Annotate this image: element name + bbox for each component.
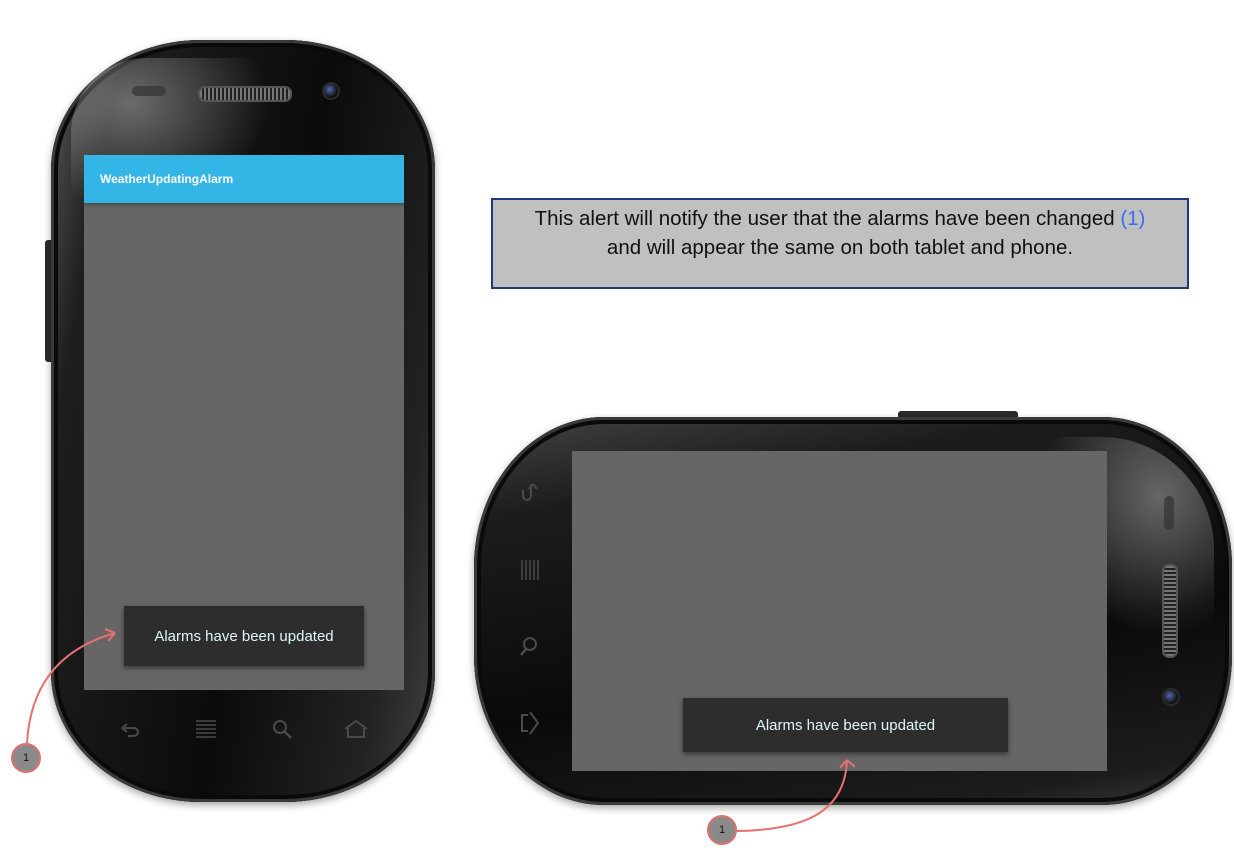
back-icon[interactable] — [516, 480, 544, 508]
landscape-screen: Alarms have been updated — [572, 451, 1107, 771]
front-camera — [1162, 688, 1180, 706]
search-icon[interactable] — [516, 635, 544, 663]
toast-notification: Alarms have been updated — [124, 606, 364, 666]
toast-text: Alarms have been updated — [755, 716, 936, 734]
portrait-softkeys — [98, 716, 388, 746]
annotation-text-after: and will appear the same on both tablet … — [606, 236, 1074, 259]
marker-badge: 1 — [11, 743, 41, 773]
home-icon[interactable] — [516, 710, 544, 738]
earpiece-speaker — [198, 86, 292, 102]
app-title: WeatherUpdatingAlarm — [100, 172, 234, 186]
annotation-callout: This alert will notify the user that the… — [491, 198, 1189, 289]
proximity-sensor — [1164, 496, 1174, 530]
toast-notification: Alarms have been updated — [683, 698, 1008, 752]
back-icon[interactable] — [116, 718, 144, 746]
search-icon[interactable] — [268, 718, 296, 746]
annotation-text-before: This alert will notify the user that the… — [534, 207, 1121, 230]
landscape-softkeys — [516, 480, 546, 740]
earpiece-speaker — [1162, 564, 1178, 658]
menu-icon[interactable] — [192, 718, 220, 746]
portrait-screen: WeatherUpdatingAlarm Alarms have been up… — [84, 155, 404, 690]
proximity-sensor — [132, 86, 166, 96]
front-camera — [322, 82, 340, 100]
action-bar: WeatherUpdatingAlarm — [84, 155, 404, 203]
annotation-reference: (1) — [1120, 207, 1146, 230]
marker-badge: 1 — [707, 815, 737, 845]
home-icon[interactable] — [342, 718, 370, 746]
toast-text: Alarms have been updated — [154, 627, 334, 645]
menu-icon[interactable] — [516, 558, 544, 586]
